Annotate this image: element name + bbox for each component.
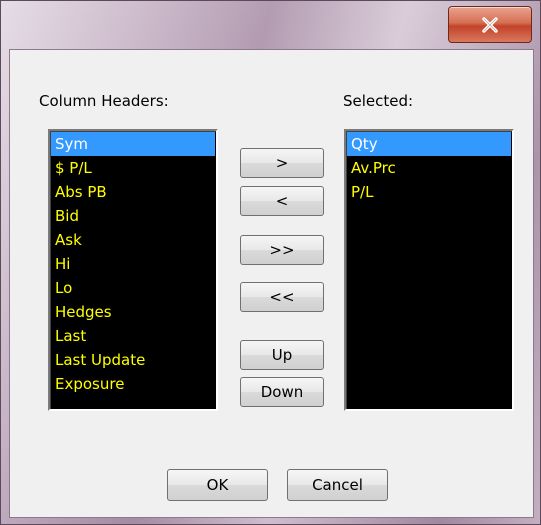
list-item[interactable]: Last Update: [51, 348, 215, 372]
list-item[interactable]: Ask: [51, 228, 215, 252]
list-item[interactable]: Bid: [51, 204, 215, 228]
remove-button[interactable]: <: [240, 186, 324, 216]
list-item[interactable]: Last: [51, 324, 215, 348]
move-up-button[interactable]: Up: [240, 340, 324, 370]
add-button[interactable]: >: [240, 148, 324, 178]
selected-label: Selected:: [343, 92, 414, 110]
list-item[interactable]: Lo: [51, 276, 215, 300]
dialog-window: Column Headers: Selected: Sym $ P/L Abs PB…: [0, 0, 541, 525]
list-item[interactable]: Hedges: [51, 300, 215, 324]
list-item[interactable]: Av.Prc: [347, 156, 511, 180]
move-down-button[interactable]: Down: [240, 377, 324, 407]
add-all-button[interactable]: >>: [240, 235, 324, 265]
column-headers-listbox[interactable]: Sym $ P/L Abs PB Bid Ask Hi Lo Hedges Last Last U…: [48, 129, 218, 411]
list-item[interactable]: Exposure: [51, 372, 215, 396]
ok-button[interactable]: OK: [167, 469, 268, 501]
column-headers-label: Column Headers:: [39, 92, 169, 110]
remove-all-button[interactable]: <<: [240, 282, 324, 312]
cancel-button[interactable]: Cancel: [287, 469, 388, 501]
dialog-client-area: Column Headers: Selected: Sym $ P/L Abs PB…: [9, 49, 534, 518]
list-item[interactable]: Abs PB: [51, 180, 215, 204]
selected-columns-listbox[interactable]: Qty Av.Prc P/L: [344, 129, 514, 411]
close-icon: [481, 16, 499, 33]
list-item[interactable]: $ P/L: [51, 156, 215, 180]
list-item[interactable]: Hi: [51, 252, 215, 276]
list-item[interactable]: P/L: [347, 180, 511, 204]
list-item[interactable]: Qty: [347, 132, 511, 156]
close-button[interactable]: [448, 6, 532, 43]
list-item[interactable]: Sym: [51, 132, 215, 156]
